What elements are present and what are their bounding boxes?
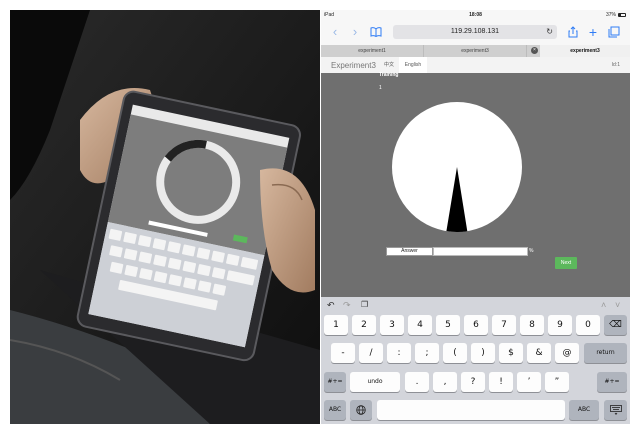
key-slash[interactable]: / [359, 343, 383, 363]
app-title[interactable]: Experiment3 [331, 61, 376, 70]
symbols-toggle-key[interactable]: #+= [324, 372, 346, 392]
status-bar: iPad 18:08 37% [321, 10, 630, 20]
key-apostrophe[interactable]: ’ [517, 372, 541, 392]
browser-toolbar: ‹ › 119.29.108.131 ↻ + [321, 20, 630, 45]
trial-count: 1 [379, 85, 382, 91]
photo-illustration [10, 10, 320, 424]
key-5[interactable]: 5 [436, 315, 460, 335]
key-2[interactable]: 2 [352, 315, 376, 335]
tab-label: experiment3 [570, 48, 600, 54]
back-icon[interactable]: ‹ [329, 24, 341, 40]
key-dash[interactable]: - [331, 343, 355, 363]
url-text: 119.29.108.131 [450, 28, 500, 35]
next-button[interactable]: Next [555, 257, 577, 269]
space-key[interactable] [377, 400, 565, 420]
percent-label: % [529, 248, 534, 254]
bookmarks-icon[interactable] [369, 24, 383, 40]
undo-icon[interactable]: ↶ [327, 300, 335, 311]
clock: 18:08 [469, 12, 482, 18]
key-6[interactable]: 6 [464, 315, 488, 335]
key-open-paren[interactable]: ( [443, 343, 467, 363]
keyboard-toolbar: ↶ ↷ ❐ ˄ ˅ [321, 297, 630, 313]
next-field-icon[interactable]: ˅ [615, 300, 620, 310]
answer-input[interactable] [433, 247, 528, 256]
paste-icon[interactable]: ❐ [361, 300, 368, 309]
key-7[interactable]: 7 [492, 315, 516, 335]
delete-key[interactable]: ⌫ [604, 315, 627, 335]
globe-icon [356, 405, 366, 415]
key-question[interactable]: ? [461, 372, 485, 392]
forward-icon[interactable]: › [349, 24, 361, 40]
key-0[interactable]: 0 [576, 315, 600, 335]
abc-key[interactable]: ABC [324, 400, 346, 420]
key-9[interactable]: 9 [548, 315, 572, 335]
tab-label: experiment1 [358, 48, 386, 54]
tab-label: experiment3 [461, 48, 489, 54]
backspace-icon: ⌫ [609, 320, 622, 330]
undo-key[interactable]: undo [350, 372, 400, 392]
key-dollar[interactable]: $ [499, 343, 523, 363]
new-tab-icon[interactable]: + [587, 24, 599, 40]
battery-icon [618, 13, 626, 17]
key-close-paren[interactable]: ) [471, 343, 495, 363]
tab-close-icon[interactable]: × [531, 47, 538, 54]
share-icon[interactable] [567, 24, 579, 40]
lang-chinese-link[interactable]: 中文 [379, 57, 399, 73]
previous-field-icon[interactable]: ˄ [601, 300, 606, 310]
answer-button[interactable]: Answer [386, 247, 433, 256]
key-ampersand[interactable]: & [527, 343, 551, 363]
abc-key-right[interactable]: ABC [569, 400, 599, 420]
key-8[interactable]: 8 [520, 315, 544, 335]
tab-experiment3[interactable]: experiment3 [424, 45, 527, 57]
globe-key[interactable] [350, 400, 372, 420]
app-header: Experiment3 中文 English Id:1 [321, 57, 630, 73]
reload-icon[interactable]: ↻ [546, 25, 553, 39]
key-semicolon[interactable]: ; [415, 343, 439, 363]
pie-stimulus [392, 102, 522, 232]
battery-percent: 37% [605, 12, 616, 18]
url-field[interactable]: 119.29.108.131 ↻ [393, 25, 557, 39]
key-period[interactable]: . [405, 372, 429, 392]
ipad-screenshot: iPad 18:08 37% ‹ › 119.29.108.131 ↻ + ex… [321, 10, 630, 424]
tabs-icon[interactable] [607, 24, 621, 40]
key-quote[interactable]: ” [545, 372, 569, 392]
key-4[interactable]: 4 [408, 315, 432, 335]
key-comma[interactable]: , [433, 372, 457, 392]
key-colon[interactable]: : [387, 343, 411, 363]
key-1[interactable]: 1 [324, 315, 348, 335]
key-3[interactable]: 3 [380, 315, 404, 335]
redo-icon[interactable]: ↷ [343, 300, 351, 311]
tab-experiment3-active[interactable]: experiment3 [540, 45, 630, 57]
keyboard-icon [609, 405, 622, 415]
hide-keyboard-key[interactable] [604, 400, 627, 420]
tab-bar: experiment1 experiment3 × experiment3 [321, 45, 630, 57]
key-exclamation[interactable]: ! [489, 372, 513, 392]
return-key[interactable]: return [584, 343, 627, 363]
tab-experiment1[interactable]: experiment1 [321, 45, 424, 57]
key-at[interactable]: @ [555, 343, 579, 363]
lang-english-link[interactable]: English [399, 57, 427, 73]
photo-panel [10, 10, 320, 424]
battery-status: 37% [606, 12, 626, 18]
keyboard: ↶ ↷ ❐ ˄ ˅ 1 2 3 4 5 6 7 8 9 0 ⌫ - / : ; … [321, 297, 630, 424]
user-id: Id:1 [611, 62, 620, 68]
symbols-toggle-key-right[interactable]: #+= [597, 372, 627, 392]
section-label: Training [379, 72, 399, 78]
